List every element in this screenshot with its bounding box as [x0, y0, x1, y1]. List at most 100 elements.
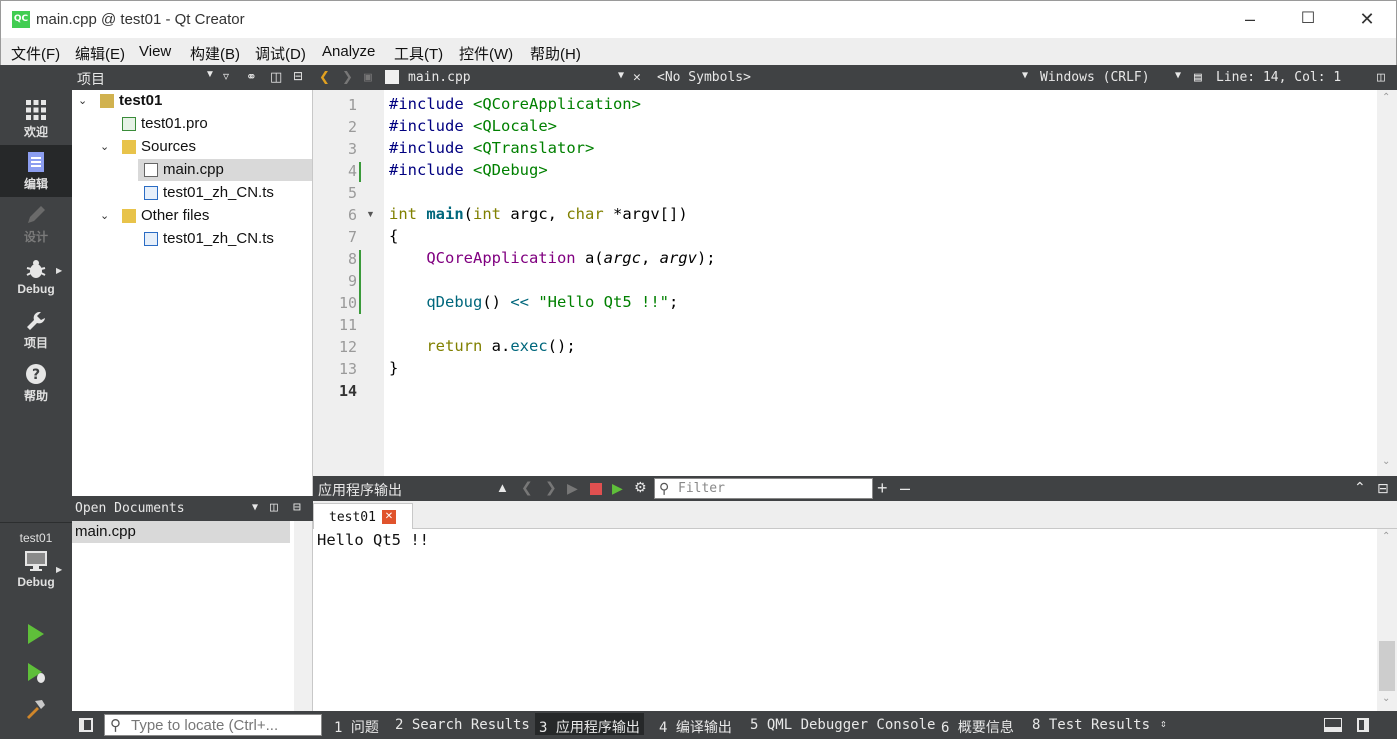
- zoom-in-icon[interactable]: +: [877, 478, 888, 499]
- status-tab-qml-console[interactable]: 5 QML Debugger Console: [750, 717, 935, 733]
- locator-input[interactable]: ⚲ Type to locate (Ctrl+...: [104, 714, 322, 736]
- file-dropdown-icon[interactable]: ▼: [618, 70, 624, 81]
- scroll-up-icon[interactable]: ⌃: [1382, 92, 1390, 103]
- back-arrow-icon[interactable]: ❮: [319, 70, 330, 85]
- close-pane-icon[interactable]: ⊟: [293, 69, 303, 83]
- line-ending-dropdown[interactable]: Windows (CRLF): [1040, 70, 1150, 85]
- toggle-sidebar-icon[interactable]: [79, 718, 93, 732]
- code-line: {: [389, 227, 399, 245]
- stop-icon[interactable]: [590, 483, 602, 495]
- menu-tools[interactable]: 工具(T): [394, 43, 443, 64]
- status-tab-test-results[interactable]: 8 Test Results: [1032, 717, 1150, 733]
- output-tab-test01[interactable]: test01 ✕: [313, 503, 413, 530]
- pane-dropdown-icon[interactable]: ▼: [205, 69, 215, 80]
- menu-debug[interactable]: 调试(D): [255, 43, 306, 64]
- line-number-gutter: 1 2 3 4 5 6 7 8 9 10 11 12 13 14 ▼: [313, 90, 384, 476]
- menu-view[interactable]: View: [139, 43, 171, 60]
- mode-projects[interactable]: 项目: [0, 304, 72, 356]
- settings-gear-icon[interactable]: ⚙: [634, 479, 647, 496]
- close-tab-icon[interactable]: ✕: [382, 510, 396, 524]
- more-tabs-icon[interactable]: ⇕: [1160, 717, 1167, 730]
- open-doc-item[interactable]: main.cpp: [72, 521, 290, 543]
- debug-run-icon[interactable]: [24, 661, 48, 685]
- maximize-pane-icon[interactable]: ⌃: [1354, 479, 1366, 496]
- search-icon: ⚲: [110, 717, 121, 734]
- scroll-down-icon[interactable]: ⌄: [1382, 693, 1390, 704]
- zoom-out-icon[interactable]: –: [900, 478, 910, 499]
- attach-debugger-icon[interactable]: ▶: [612, 480, 623, 497]
- status-tab-compile-output[interactable]: 4 编译输出: [659, 717, 732, 737]
- file-icon: [385, 70, 399, 84]
- menu-file[interactable]: 文件(F): [11, 43, 60, 64]
- status-bar: ⚲ Type to locate (Ctrl+... 1 问题 2 Search…: [72, 711, 1397, 739]
- build-hammer-icon[interactable]: [24, 697, 48, 721]
- monitor-icon: [25, 551, 47, 571]
- split-icon[interactable]: ◫: [1377, 70, 1385, 85]
- tree-item-main-cpp[interactable]: main.cpp: [138, 159, 312, 181]
- split-icon[interactable]: ◫: [270, 69, 282, 85]
- symbols-dropdown-icon[interactable]: ▼: [1022, 70, 1028, 81]
- menu-analyze[interactable]: Analyze: [322, 43, 375, 60]
- scroll-down-icon[interactable]: ⌄: [1382, 456, 1390, 467]
- toggle-right-sidebar-icon[interactable]: [1357, 718, 1369, 732]
- prev-icon[interactable]: ❮: [521, 479, 533, 496]
- symbols-dropdown[interactable]: <No Symbols>: [657, 70, 751, 85]
- filter-icon[interactable]: ▿: [223, 69, 229, 83]
- open-docs-scrollbar[interactable]: [294, 521, 312, 711]
- kit-expand-arrow-icon: ▶: [56, 565, 63, 574]
- grid-icon: [26, 100, 46, 120]
- output-filter-input[interactable]: ⚲ Filter: [654, 478, 873, 499]
- code-editor[interactable]: #include <QCoreApplication> #include <QL…: [384, 90, 1377, 476]
- minimize-button[interactable]: –: [1238, 7, 1262, 31]
- line-ending-dropdown-icon[interactable]: ▼: [1175, 70, 1181, 81]
- menu-build[interactable]: 构建(B): [190, 43, 240, 64]
- mode-design[interactable]: 设计: [0, 198, 72, 250]
- mode-debug[interactable]: Debug ▶: [0, 252, 72, 304]
- mode-help[interactable]: ? 帮助: [0, 357, 72, 409]
- pane-dropdown-icon[interactable]: ▼: [252, 502, 258, 513]
- mode-welcome[interactable]: 欢迎: [0, 93, 72, 145]
- mode-edit[interactable]: 编辑: [0, 145, 72, 197]
- status-tab-issues[interactable]: 1 问题: [334, 717, 379, 737]
- status-tab-app-output[interactable]: 3 应用程序输出: [535, 713, 644, 736]
- forward-arrow-icon[interactable]: ❯: [342, 70, 353, 85]
- tree-item-project[interactable]: ⌄ test01: [78, 90, 312, 112]
- filter-placeholder: Filter: [678, 481, 725, 496]
- split-icon[interactable]: ◫: [270, 500, 278, 515]
- link-icon[interactable]: ⚭: [246, 69, 257, 85]
- chevron-down-icon[interactable]: ⌄: [100, 136, 109, 158]
- toggle-output-icon[interactable]: [1324, 718, 1342, 732]
- chevron-down-icon[interactable]: ⌄: [78, 90, 87, 112]
- kit-selector[interactable]: test01 ▶ Debug: [0, 522, 72, 589]
- scroll-up-icon[interactable]: ⌃: [1382, 531, 1390, 542]
- output-scrollbar[interactable]: ⌃ ⌄: [1377, 529, 1397, 711]
- open-documents-title: Open Documents: [75, 501, 185, 516]
- editor-file-name[interactable]: main.cpp: [408, 70, 471, 85]
- rerun-icon[interactable]: ▶: [567, 480, 578, 497]
- scroll-thumb[interactable]: [1379, 641, 1395, 691]
- clear-icon[interactable]: ▲: [496, 480, 509, 495]
- lock-icon[interactable]: ▣: [364, 70, 372, 85]
- editor-scrollbar[interactable]: ⌃ ⌄: [1377, 90, 1397, 476]
- line-number: 13: [338, 360, 357, 378]
- close-pane-icon[interactable]: ⊟: [293, 500, 301, 515]
- application-output[interactable]: Hello Qt5 !!: [313, 529, 1377, 711]
- menu-widgets[interactable]: 控件(W): [459, 43, 513, 64]
- status-tab-general-messages[interactable]: 6 概要信息: [941, 717, 1014, 737]
- menu-edit[interactable]: 编辑(E): [75, 43, 125, 64]
- cpp-file-icon: [144, 163, 158, 177]
- next-icon[interactable]: ❯: [545, 479, 557, 496]
- fold-arrow-icon[interactable]: ▼: [366, 209, 375, 219]
- maximize-button[interactable]: ☐: [1296, 7, 1320, 31]
- close-button[interactable]: ✕: [1355, 7, 1379, 31]
- run-icon[interactable]: [24, 622, 48, 646]
- pencil-icon: [28, 206, 45, 223]
- folder-icon: [122, 209, 136, 223]
- chevron-down-icon[interactable]: ⌄: [100, 205, 109, 227]
- code-line: #include <QCoreApplication>: [389, 95, 641, 113]
- close-file-icon[interactable]: ✕: [633, 70, 641, 85]
- status-tab-search-results[interactable]: 2 Search Results: [395, 717, 530, 733]
- cursor-position[interactable]: Line: 14, Col: 1: [1216, 70, 1341, 85]
- menu-help[interactable]: 帮助(H): [530, 43, 581, 64]
- close-pane-icon[interactable]: ⊟: [1377, 480, 1389, 497]
